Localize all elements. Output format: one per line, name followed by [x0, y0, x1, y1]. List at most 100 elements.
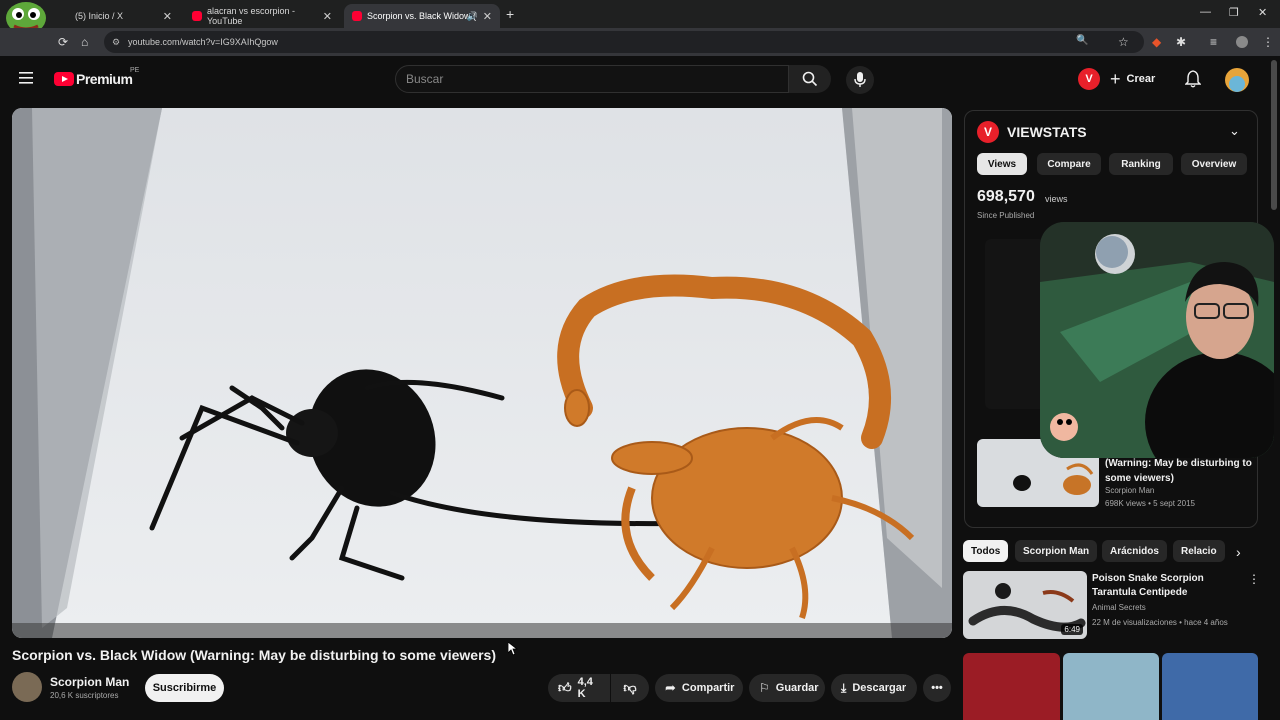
tab-scorpion-active[interactable]: Scorpion vs. Black Widow ( 🔊 ✕	[344, 4, 500, 28]
maximize-button[interactable]: ❐	[1229, 6, 1239, 19]
recommendation-title[interactable]: Poison Snake Scorpion Tarantula Centiped…	[1092, 572, 1242, 600]
duration-badge: 6:49	[1061, 624, 1083, 635]
logo-premium-text: Premium	[76, 71, 133, 87]
browser-tab-bar: (5) Inicio / X ✕ alacran vs escorpion - …	[0, 0, 1280, 28]
chevron-right-icon[interactable]: ›	[1236, 544, 1241, 560]
account-avatar[interactable]	[1225, 68, 1249, 92]
save-button[interactable]: ⚐ Guardar	[749, 674, 825, 702]
reload-icon[interactable]: ⟳	[58, 35, 68, 49]
card-title[interactable]: (Warning: May be disturbing to some view…	[1105, 456, 1253, 486]
media-control-icon[interactable]: ≡	[1210, 35, 1217, 49]
recommendation-thumbnail[interactable]: 6:49	[963, 571, 1087, 639]
subscriber-count: 20,6 K suscriptores	[50, 691, 119, 700]
share-arrow-icon: ➦	[665, 680, 676, 695]
region-code: PE	[130, 67, 140, 74]
chip-relacionados[interactable]: Relacio	[1173, 540, 1225, 562]
video-player[interactable]	[12, 108, 952, 638]
mouse-cursor-icon	[508, 642, 518, 656]
since-published: Since Published	[977, 211, 1035, 220]
tab-label: alacran vs escorpion - YouTube	[207, 6, 296, 26]
subscribe-label: Suscribirme	[152, 682, 217, 694]
speaker-icon[interactable]: 🔊	[467, 11, 478, 22]
address-bar: ⟳ ⌂ ⚙ youtube.com/watch?v=IG9XAIhQgow 🔍 …	[0, 28, 1280, 56]
channel-avatar[interactable]	[12, 672, 42, 702]
profile-avatar[interactable]	[1236, 36, 1248, 48]
tab-label: Scorpion vs. Black Widow (	[367, 11, 477, 21]
bookmark-star-icon[interactable]: ☆	[1118, 35, 1129, 49]
youtube-favicon-icon	[192, 11, 202, 21]
youtube-header: Premium PE Buscar V + Crear	[0, 56, 1280, 102]
plus-icon: +	[1110, 68, 1121, 89]
save-label: Guardar	[775, 682, 819, 694]
tab-alacran[interactable]: alacran vs escorpion - YouTube ✕	[184, 4, 340, 28]
close-icon[interactable]: ✕	[483, 10, 492, 23]
chevron-down-icon[interactable]: ⌄	[1229, 123, 1240, 139]
more-dots-icon: •••	[931, 682, 943, 694]
search-button[interactable]	[789, 65, 831, 93]
tab-overview[interactable]: Overview	[1181, 153, 1247, 175]
short-thumbnail-1[interactable]	[963, 653, 1060, 720]
short-thumbnail-3[interactable]	[1162, 653, 1258, 720]
download-label: Descargar	[852, 682, 907, 694]
video-title: Scorpion vs. Black Widow (Warning: May b…	[12, 647, 496, 663]
download-button[interactable]: ⤓ Descargar	[831, 674, 917, 702]
chip-scorpion-man[interactable]: Scorpion Man	[1015, 540, 1098, 562]
extension-icon[interactable]: ◆	[1152, 35, 1161, 49]
views-unit: views	[1045, 194, 1068, 204]
card-meta: 698K views • 5 sept 2015	[1105, 499, 1195, 508]
tab-ranking[interactable]: Ranking	[1109, 153, 1173, 175]
webcam-overlay	[1040, 222, 1274, 458]
video-actions-row: Scorpion Man 20,6 K suscriptores Suscrib…	[12, 672, 952, 702]
bookmark-icon: ⚐	[759, 681, 770, 695]
search-icon	[802, 71, 818, 87]
chip-todos[interactable]: Todos	[963, 540, 1009, 562]
like-button[interactable]: 👍︎ 4,4 K	[548, 674, 610, 702]
window-close-button[interactable]: ✕	[1258, 6, 1267, 19]
minimize-button[interactable]: —	[1200, 6, 1211, 18]
menu-icon[interactable]	[19, 72, 33, 84]
chip-aracnidos[interactable]: Arácnidos	[1102, 540, 1167, 562]
voice-search-button[interactable]	[846, 66, 874, 94]
url-field[interactable]: ⚙ youtube.com/watch?v=IG9XAIhQgow	[104, 31, 1144, 53]
microphone-icon	[854, 72, 866, 87]
subscribe-button[interactable]: Suscribirme	[145, 674, 224, 702]
youtube-favicon-icon	[352, 11, 362, 21]
like-count: 4,4 K	[577, 676, 593, 700]
chart-placeholder	[985, 239, 1045, 409]
url-text: youtube.com/watch?v=IG9XAIhQgow	[128, 37, 278, 47]
viewstats-extension-button[interactable]: V	[1078, 68, 1100, 90]
share-button[interactable]: ➦ Compartir	[655, 674, 743, 702]
share-label: Compartir	[681, 682, 735, 694]
short-thumbnail-2[interactable]	[1063, 653, 1159, 720]
dislike-button[interactable]: 👎︎	[611, 674, 649, 702]
home-icon[interactable]: ⌂	[81, 35, 88, 49]
create-label: Crear	[1126, 73, 1156, 85]
create-button[interactable]: + Crear	[1110, 66, 1155, 92]
close-icon[interactable]: ✕	[163, 10, 172, 23]
more-actions-button[interactable]: •••	[923, 674, 951, 702]
channel-name[interactable]: Scorpion Man	[50, 675, 129, 689]
recommendation-meta: 22 M de visualizaciones • hace 4 años	[1092, 618, 1228, 627]
new-tab-button[interactable]: +	[506, 6, 514, 22]
more-options-icon[interactable]: ⋮	[1248, 572, 1260, 586]
viewstats-logo-icon: V	[977, 121, 999, 143]
viewstats-title: VIEWSTATS	[1007, 124, 1087, 140]
tab-label: (5) Inicio / X	[75, 11, 124, 21]
site-info-icon[interactable]: ⚙	[112, 37, 120, 48]
search-input[interactable]: Buscar	[395, 65, 789, 93]
notifications-bell-icon[interactable]	[1185, 70, 1201, 88]
page-scrollbar[interactable]	[1271, 60, 1277, 210]
browser-menu-icon[interactable]: ⋮	[1262, 35, 1274, 49]
card-channel: Scorpion Man	[1105, 486, 1155, 495]
search-placeholder: Buscar	[406, 72, 444, 86]
tab-compare[interactable]: Compare	[1037, 153, 1101, 175]
close-icon[interactable]: ✕	[323, 10, 332, 23]
thumbs-up-icon: 👍︎	[558, 680, 572, 695]
video-frame	[12, 108, 952, 638]
thumbs-down-icon: 👎︎	[623, 680, 637, 695]
tab-x-home[interactable]: (5) Inicio / X ✕	[52, 4, 180, 28]
youtube-logo-icon[interactable]	[54, 72, 74, 86]
extensions-puzzle-icon[interactable]: ✱	[1176, 35, 1186, 49]
tab-views[interactable]: Views	[977, 153, 1027, 175]
zoom-icon[interactable]: 🔍	[1076, 35, 1088, 46]
